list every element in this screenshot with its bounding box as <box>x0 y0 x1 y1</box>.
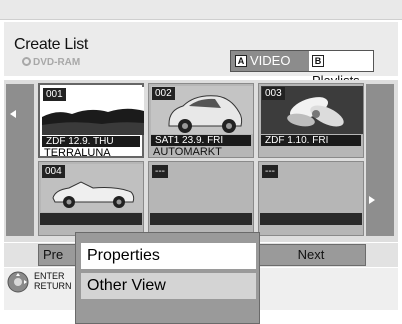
next-page-button[interactable]: Next <box>256 244 366 266</box>
header-panel: Create List DVD-RAM AVIDEO BPlaylists <box>4 22 398 88</box>
tab-video[interactable]: A VIDEO <box>231 51 309 71</box>
program-info: ZDF 12.9. THU <box>42 136 140 147</box>
program-cell-001[interactable]: 001 ZDF 12.9. THU TERRALUNA <box>38 83 144 159</box>
program-name: AUTOMARKT <box>153 146 222 158</box>
disc-indicator: DVD-RAM <box>22 57 80 68</box>
program-number: 003 <box>262 87 285 100</box>
program-info-bar <box>40 213 142 225</box>
arrow-left-icon[interactable] <box>10 110 16 118</box>
program-cell-empty[interactable]: --- <box>258 161 364 236</box>
disc-icon <box>22 57 31 66</box>
program-cell-002[interactable]: 002 SAT1 23.9. FRI AUTOMARKT <box>148 83 254 158</box>
key-a-icon: A <box>235 55 247 67</box>
program-number: 001 <box>43 88 66 101</box>
help-enter: ENTER <box>34 271 65 281</box>
scroll-left-column[interactable] <box>6 84 34 236</box>
top-band <box>0 0 402 20</box>
scroll-right-column[interactable] <box>366 84 394 236</box>
view-tabs: AVIDEO BPlaylists <box>230 50 374 88</box>
tab-video-label: VIDEO <box>250 53 291 68</box>
tab-playlists[interactable]: BPlaylists <box>309 51 373 88</box>
screen: Create List DVD-RAM AVIDEO BPlaylists 00… <box>0 0 402 324</box>
key-b-icon: B <box>312 55 324 67</box>
remote-control-icon <box>7 271 29 293</box>
menu-item-properties[interactable]: Properties <box>81 243 256 269</box>
submenu-popup: Properties Other View <box>75 232 260 324</box>
program-number: 004 <box>42 165 65 178</box>
page-title: Create List <box>14 36 89 53</box>
program-cell-003[interactable]: 003 ZDF 1.10. FRI <box>258 83 364 158</box>
program-name: TERRALUNA <box>44 147 111 159</box>
program-info-bar <box>260 213 362 225</box>
menu-item-other-view[interactable]: Other View <box>81 273 256 299</box>
program-info: ZDF 1.10. FRI <box>261 135 361 146</box>
program-info-bar <box>150 213 252 225</box>
program-number: --- <box>262 165 278 178</box>
help-return: RETURN <box>34 281 72 291</box>
program-number: --- <box>152 165 168 178</box>
program-cell-004[interactable]: 004 <box>38 161 144 236</box>
program-cell-empty[interactable]: --- <box>148 161 254 236</box>
program-number: 002 <box>152 87 175 100</box>
disc-label: DVD-RAM <box>33 57 81 68</box>
arrow-right-icon[interactable] <box>369 196 375 204</box>
program-info: SAT1 23.9. FRI <box>151 135 251 146</box>
